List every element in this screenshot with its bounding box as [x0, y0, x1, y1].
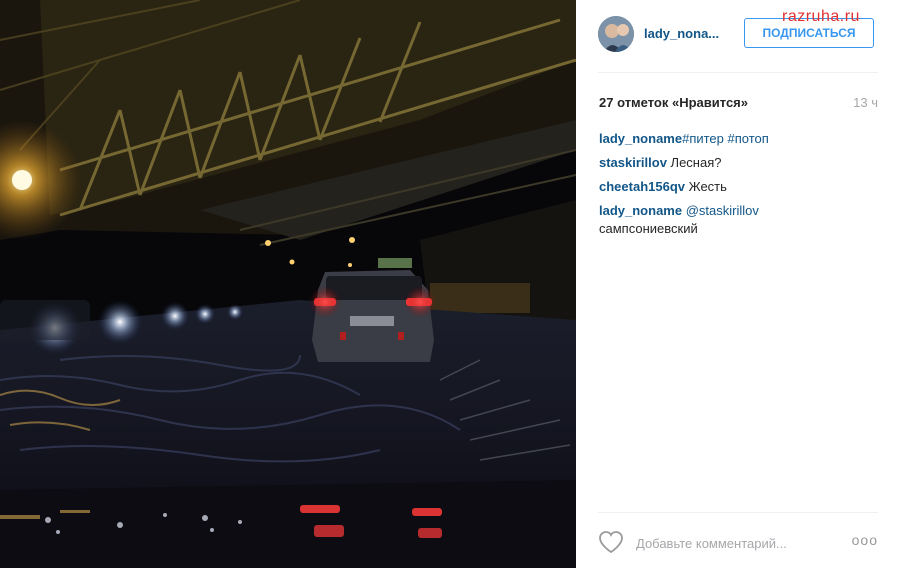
comment-text: сампсониевский	[599, 221, 698, 236]
heart-icon[interactable]	[598, 530, 624, 554]
likes-count[interactable]: 27 отметок «Нравится»	[599, 95, 748, 110]
post-time[interactable]: 13 ч	[853, 95, 878, 110]
divider	[598, 72, 878, 73]
comment-username[interactable]: cheetah156qv	[599, 179, 685, 194]
comment-item: lady_noname @staskirillov сампсониевский	[599, 202, 869, 238]
post-footer: Добавьте комментарий... ooo	[598, 526, 878, 562]
comment-item: lady_noname#питер #потоп	[599, 130, 869, 148]
watermark: razruha.ru	[782, 8, 860, 25]
comment-text: Лесная?	[666, 155, 722, 170]
post-sidebar: lady_nona... ПОДПИСАТЬСЯ 27 отметок «Нра…	[576, 0, 900, 568]
comment-item: cheetah156qv Жесть	[599, 178, 869, 196]
avatar-image	[598, 16, 634, 52]
post-photo[interactable]	[0, 0, 576, 568]
post-username[interactable]: lady_nona...	[644, 26, 719, 41]
more-options-icon[interactable]: ooo	[852, 532, 878, 548]
comment-hashtags[interactable]: #питер #потоп	[682, 131, 769, 146]
avatar[interactable]	[598, 16, 634, 52]
comment-text: Жесть	[685, 179, 727, 194]
comment-username[interactable]: lady_noname	[599, 203, 682, 218]
divider	[598, 512, 878, 513]
flooded-street-photo	[0, 0, 576, 568]
comment-mention[interactable]: @staskirillov	[682, 203, 759, 218]
comment-item: staskirillov Лесная?	[599, 154, 869, 172]
comments-list: lady_noname#питер #потоп staskirillov Ле…	[599, 130, 869, 244]
comment-username[interactable]: lady_noname	[599, 131, 682, 146]
comment-username[interactable]: staskirillov	[599, 155, 667, 170]
comment-input[interactable]: Добавьте комментарий...	[636, 536, 787, 551]
